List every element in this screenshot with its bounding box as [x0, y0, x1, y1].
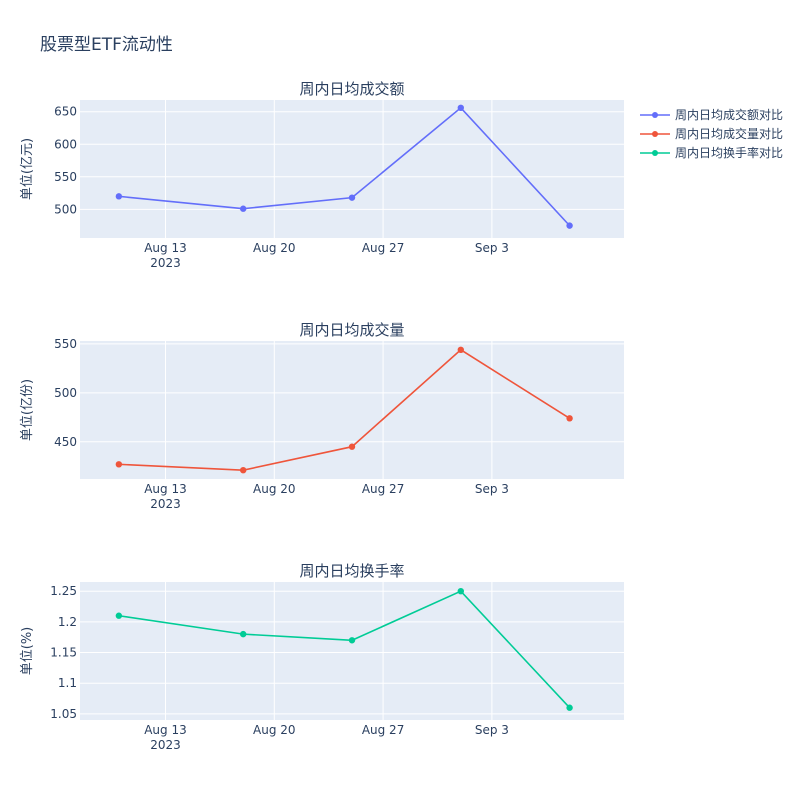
- subplot-2: Aug 13 Aug 20 Aug 27 Sep 3 2023 450 500 550 周内日均…: [20, 321, 624, 511]
- legend-label: 周内日均成交量对比: [675, 126, 783, 141]
- data-point[interactable]: [240, 466, 247, 474]
- data-point[interactable]: [240, 630, 247, 638]
- y-tick-label: 600: [54, 137, 77, 151]
- x-tick-year: 2023: [150, 256, 181, 270]
- y-tick-label: 500: [54, 202, 77, 216]
- y-tick-label: 500: [54, 386, 77, 400]
- subplot-title: 周内日均成交额: [299, 80, 404, 98]
- legend-label: 周内日均换手率对比: [675, 145, 783, 160]
- x-tick-label: Aug 13: [144, 482, 187, 496]
- legend-item[interactable]: 周内日均成交量对比: [640, 126, 783, 141]
- data-point[interactable]: [115, 612, 123, 619]
- x-tick-label: Aug 13: [144, 723, 187, 737]
- x-tick-label: Aug 20: [253, 241, 296, 255]
- legend-item[interactable]: 周内日均换手率对比: [640, 145, 783, 160]
- data-point[interactable]: [348, 194, 356, 201]
- x-tick-year: 2023: [150, 738, 181, 752]
- data-point[interactable]: [457, 346, 464, 354]
- x-tick-label: Sep 3: [475, 723, 509, 737]
- y-axis-label: 单位(%): [20, 627, 35, 676]
- chart-canvas: 股票型ETF流动性 Aug 13 Aug 20 Aug 27 Sep 3 2023 500…: [20, 35, 783, 752]
- x-tick-label: Sep 3: [475, 241, 509, 255]
- y-tick-label: 550: [54, 337, 77, 351]
- legend-marker: [652, 112, 658, 118]
- y-tick-label: 1.2: [58, 615, 77, 629]
- legend-marker: [652, 131, 658, 137]
- y-tick-label: 1.15: [50, 646, 77, 660]
- data-point[interactable]: [348, 443, 356, 450]
- subplot-3: Aug 13 Aug 20 Aug 27 Sep 3 2023 1.05 1.1 1.15 1.…: [20, 562, 624, 752]
- x-tick-label: Aug 13: [144, 241, 187, 255]
- y-tick-label: 550: [54, 170, 77, 184]
- x-tick-label: Aug 20: [253, 723, 296, 737]
- legend-label: 周内日均成交额对比: [675, 107, 783, 122]
- data-point[interactable]: [566, 415, 573, 422]
- plot-area: [80, 582, 624, 720]
- y-tick-label: 1.1: [58, 676, 77, 690]
- legend-marker: [652, 150, 658, 156]
- y-tick-label: 450: [54, 435, 77, 449]
- subplot-title: 周内日均成交量: [299, 321, 404, 339]
- legend[interactable]: 周内日均成交额对比周内日均成交量对比周内日均换手率对比: [640, 107, 783, 160]
- chart-main-title: 股票型ETF流动性: [40, 35, 173, 55]
- y-tick-label: 1.05: [50, 707, 77, 721]
- data-point[interactable]: [115, 461, 123, 468]
- data-point[interactable]: [457, 588, 464, 595]
- legend-item[interactable]: 周内日均成交额对比: [640, 107, 783, 122]
- data-point[interactable]: [348, 637, 356, 644]
- y-axis-label: 单位(亿份): [20, 379, 35, 441]
- subplot-1: Aug 13 Aug 20 Aug 27 Sep 3 2023 500 550 600 650 周…: [20, 80, 624, 270]
- data-point[interactable]: [240, 205, 247, 212]
- data-point[interactable]: [566, 704, 573, 711]
- plot-area: [80, 100, 624, 238]
- y-axis-label: 单位(亿元): [20, 138, 35, 200]
- x-tick-label: Aug 20: [253, 482, 296, 496]
- subplot-title: 周内日均换手率: [299, 562, 404, 580]
- y-tick-label: 650: [54, 105, 77, 119]
- x-tick-year: 2023: [150, 497, 181, 511]
- x-tick-label: Aug 27: [362, 241, 405, 255]
- x-tick-label: Aug 27: [362, 723, 405, 737]
- x-tick-label: Aug 27: [362, 482, 405, 496]
- y-tick-label: 1.25: [50, 584, 77, 598]
- x-tick-label: Sep 3: [475, 482, 509, 496]
- plot-area: [80, 341, 624, 479]
- data-point[interactable]: [115, 193, 123, 200]
- subplots: Aug 13 Aug 20 Aug 27 Sep 3 2023 500 550 600 650 周…: [20, 80, 624, 752]
- data-point[interactable]: [566, 222, 573, 229]
- data-point[interactable]: [457, 104, 464, 112]
